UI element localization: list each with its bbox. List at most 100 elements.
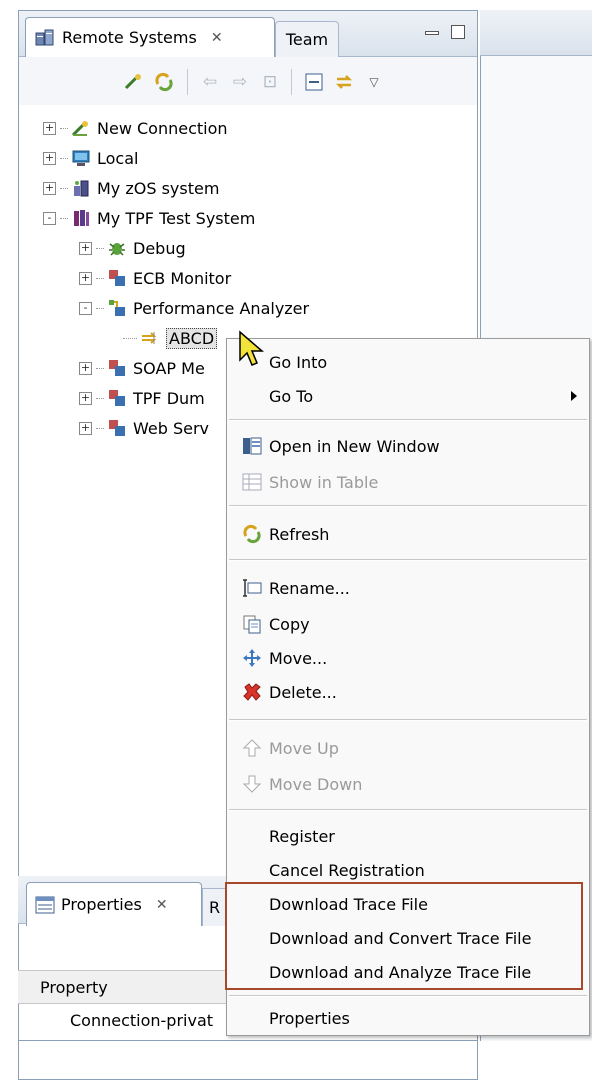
tree-item-my-zos-system[interactable]: + My zOS system [43, 173, 219, 203]
open-in-new-window-icon [241, 435, 263, 457]
rename-icon [241, 577, 263, 599]
ecb-monitor-icon [107, 268, 127, 288]
menu-item-label: Register [269, 826, 335, 846]
tab-label: Properties [61, 895, 142, 914]
properties-icon [35, 896, 55, 913]
menu-item-label: Go Into [269, 352, 328, 372]
performance-analyzer-icon [107, 298, 127, 318]
local-system-icon [71, 148, 91, 168]
close-icon[interactable]: ✕ [156, 897, 168, 913]
tpf-system-icon [71, 208, 91, 228]
menu-item-refresh[interactable]: Refresh [227, 517, 589, 551]
tree-item-debug[interactable]: + Debug [79, 233, 186, 263]
expand-icon[interactable]: + [79, 271, 92, 285]
menu-item-properties[interactable]: Properties [227, 1001, 589, 1035]
collapse-all-icon[interactable] [303, 71, 325, 93]
tree-item-label: Performance Analyzer [133, 298, 310, 318]
view-menu-icon[interactable]: ▽ [363, 71, 385, 93]
menu-item-rename[interactable]: Rename... [227, 571, 589, 605]
new-connection-icon [71, 118, 91, 138]
tree-item-label: Web Serv [133, 418, 210, 438]
editor-tabbar [480, 10, 592, 56]
menu-item-copy[interactable]: Copy [227, 607, 589, 641]
tree-item-local[interactable]: + Local [43, 143, 138, 173]
expand-icon[interactable]: + [79, 391, 92, 405]
tree-item-ecb-monitor[interactable]: + ECB Monitor [79, 263, 231, 293]
menu-item-label: Properties [269, 1008, 350, 1028]
column-header-property[interactable]: Property [40, 978, 108, 997]
menu-item-move-up[interactable]: Move Up [227, 731, 589, 765]
expand-icon[interactable]: + [79, 421, 92, 435]
tree-item-new-connection[interactable]: + New Connection [43, 113, 228, 143]
tree-item-label: TPF Dum [133, 388, 205, 408]
tab-label: R [209, 898, 221, 917]
tab-team[interactable]: Team [275, 21, 339, 57]
tree-item-my-tpf-test-system[interactable]: - My TPF Test System [43, 203, 255, 233]
remote-systems-icon [35, 29, 54, 45]
menu-item-go-into[interactable]: Go Into [227, 345, 589, 379]
refresh-icon [241, 523, 263, 545]
web-services-icon [107, 418, 127, 438]
close-icon[interactable]: ✕ [211, 30, 223, 46]
menu-item-show-in-table[interactable]: Show in Table [227, 465, 589, 499]
tab-label: Team [285, 30, 329, 49]
menu-item-label: Move Up [269, 738, 339, 758]
zos-system-icon [71, 178, 91, 198]
arrow-up-icon [241, 737, 263, 759]
tree-item-label: ECB Monitor [133, 268, 232, 288]
tree-item-soap[interactable]: + SOAP Me [79, 353, 205, 383]
menu-separator [229, 419, 587, 421]
expand-icon[interactable]: + [79, 241, 92, 255]
tree-item-performance-analyzer[interactable]: - Performance Analyzer [79, 293, 309, 323]
tree-item-label: Debug [133, 238, 186, 258]
menu-item-move-down[interactable]: Move Down [227, 767, 589, 801]
view-toolbar: ⇦ ⇨ ⊡ ▽ [19, 57, 477, 105]
tree-item-label: SOAP Me [133, 358, 205, 378]
menu-item-label: Copy [269, 614, 310, 634]
tab-remote-systems[interactable]: Remote Systems ✕ [25, 17, 275, 57]
refresh-icon[interactable] [153, 71, 175, 93]
expand-icon[interactable]: + [43, 121, 56, 135]
tab-label: Remote Systems [62, 28, 197, 47]
debug-icon [107, 238, 127, 258]
expand-icon[interactable]: + [43, 181, 56, 195]
forward-icon[interactable]: ⇨ [229, 71, 251, 93]
menu-item-go-to[interactable]: Go To [227, 379, 589, 413]
menu-separator [229, 719, 587, 721]
up-level-icon[interactable]: ⊡ [259, 71, 281, 93]
tree-item-label: New Connection [97, 118, 228, 138]
tree-item-web-services[interactable]: + Web Serv [79, 413, 209, 443]
tree-item-tpf-dump[interactable]: + TPF Dum [79, 383, 205, 413]
submenu-arrow-icon [571, 391, 577, 401]
tree-item-abcd[interactable]: ABCD [123, 323, 218, 353]
expand-icon[interactable]: + [79, 361, 92, 375]
link-with-editor-icon[interactable] [333, 71, 355, 93]
menu-item-register[interactable]: Register [227, 819, 589, 853]
menu-item-delete[interactable]: Delete... [227, 675, 589, 709]
menu-item-label: Open in New Window [269, 436, 440, 456]
menu-separator [229, 505, 587, 507]
tree-item-label: Local [97, 148, 139, 168]
tree-item-label: My zOS system [97, 178, 220, 198]
minimize-icon[interactable] [425, 31, 439, 35]
menu-item-label: Go To [269, 386, 314, 406]
table-icon [241, 471, 263, 493]
menu-item-move[interactable]: Move... [227, 641, 589, 675]
back-icon[interactable]: ⇦ [199, 71, 221, 93]
menu-item-open-in-new-window[interactable]: Open in New Window [227, 429, 589, 463]
new-connection-icon[interactable] [123, 71, 145, 93]
move-icon [241, 647, 263, 669]
expand-icon[interactable]: + [43, 151, 56, 165]
tree-item-label: My TPF Test System [97, 208, 256, 228]
menu-item-label: Move Down [269, 774, 363, 794]
tab-properties[interactable]: Properties ✕ [26, 882, 202, 926]
collapse-icon[interactable]: - [43, 211, 56, 225]
highlight-annotation [225, 882, 583, 990]
trace-item-icon [140, 328, 160, 348]
collapse-icon[interactable]: - [79, 301, 92, 315]
menu-item-label: Cancel Registration [269, 860, 425, 880]
maximize-icon[interactable] [451, 25, 465, 39]
menu-item-label: Refresh [269, 524, 330, 544]
menu-item-label: Show in Table [269, 472, 379, 492]
tree-item-label: ABCD [166, 327, 218, 349]
